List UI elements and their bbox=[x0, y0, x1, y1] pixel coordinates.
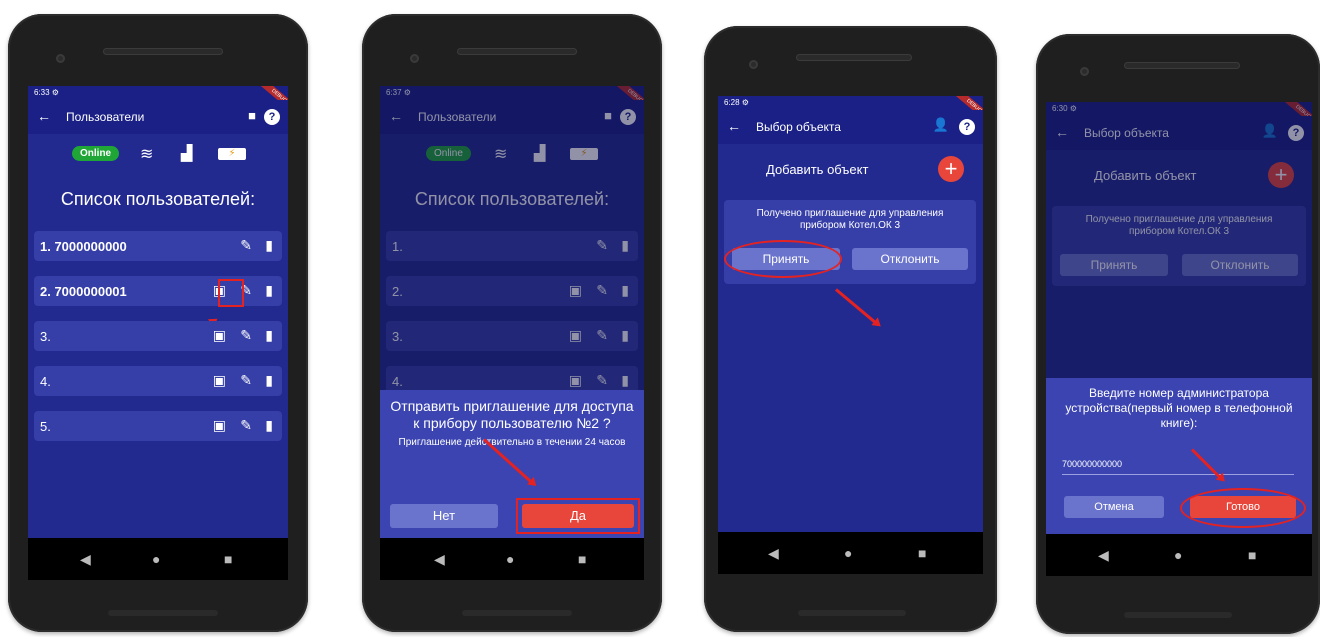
phone-input[interactable]: 700000000000 bbox=[1062, 454, 1294, 475]
nav-recents-icon[interactable]: ■ bbox=[224, 551, 232, 567]
phone-1: 6:33 ⚙ DEBUG ← Пользователи ■ ? Online ≋… bbox=[8, 14, 308, 632]
invite-text: Получено приглашение для управления приб… bbox=[756, 208, 944, 231]
nav-back-icon[interactable]: ◀ bbox=[768, 545, 779, 562]
delete-trash-icon[interactable]: ▮ bbox=[265, 237, 273, 254]
nav-back-icon[interactable]: ◀ bbox=[1098, 547, 1109, 564]
nav-recents-icon[interactable]: ■ bbox=[918, 545, 926, 561]
cancel-button[interactable]: Отмена bbox=[1064, 496, 1164, 518]
highlight-box bbox=[516, 498, 640, 534]
list-title: Список пользователей: bbox=[60, 189, 256, 209]
edit-pencil-icon[interactable]: ✎ bbox=[240, 417, 252, 434]
app-title: Выбор объекта bbox=[756, 120, 841, 134]
highlight-box bbox=[218, 279, 244, 307]
pointer-arrow bbox=[835, 288, 879, 326]
front-camera bbox=[1080, 67, 1089, 76]
delete-trash-icon[interactable]: ▮ bbox=[265, 327, 273, 344]
front-camera bbox=[749, 60, 758, 69]
user-number: 1. 7000000000 bbox=[40, 239, 127, 254]
nav-home-icon[interactable]: ● bbox=[844, 545, 852, 561]
nav-back-icon[interactable]: ◀ bbox=[80, 551, 91, 568]
dialog-message: Отправить приглашение для доступа к приб… bbox=[390, 398, 634, 431]
no-button[interactable]: Нет bbox=[390, 504, 498, 528]
phone-3: 6:28 ⚙ DEBUG ← Выбор объекта 👤 ? Добавит… bbox=[704, 26, 997, 632]
highlight-oval bbox=[1180, 488, 1306, 528]
edit-pencil-icon[interactable]: ✎ bbox=[240, 237, 252, 254]
user-number: 4. bbox=[40, 374, 51, 389]
user-row-3[interactable]: 3. ▣ ✎ ▮ bbox=[34, 321, 282, 351]
dialog-subtext: Приглашение действительно в течении 24 ч… bbox=[398, 437, 626, 448]
nav-recents-icon[interactable]: ■ bbox=[578, 551, 586, 567]
user-row-2[interactable]: 2. 7000000001 ▣ ✎ ▮ bbox=[34, 276, 282, 306]
battery-charging-icon: ⚡ bbox=[218, 148, 246, 160]
online-badge: Online bbox=[72, 146, 120, 161]
delete-trash-icon[interactable]: ▮ bbox=[265, 417, 273, 434]
user-row-1[interactable]: 1. 7000000000 ✎ ▮ bbox=[34, 231, 282, 261]
front-camera bbox=[56, 54, 65, 63]
status-bar: 6:28 ⚙ bbox=[718, 96, 983, 110]
send-invite-phone-icon[interactable]: ▣ bbox=[213, 372, 226, 389]
back-arrow-icon[interactable]: ← bbox=[727, 118, 741, 134]
account-icon[interactable]: 👤 bbox=[933, 117, 949, 133]
status-time: 6:33 bbox=[34, 88, 50, 97]
bottom-speaker bbox=[798, 610, 906, 616]
app-bar: ← Пользователи ■ ? bbox=[28, 100, 288, 134]
bottom-speaker bbox=[108, 610, 218, 616]
speaker-grille bbox=[796, 54, 912, 61]
android-nav-bar: ◀ ● ■ bbox=[1046, 534, 1312, 576]
screen-1: 6:33 ⚙ DEBUG ← Пользователи ■ ? Online ≋… bbox=[28, 86, 288, 580]
cellular-signal-icon: ▟ bbox=[181, 145, 193, 162]
decline-button[interactable]: Отклонить bbox=[852, 248, 968, 270]
delete-trash-icon[interactable]: ▮ bbox=[265, 372, 273, 389]
save-icon[interactable]: ■ bbox=[248, 108, 256, 123]
status-icons-row: Online ≋ ▟ ⚡ bbox=[28, 144, 288, 168]
add-object-label: Добавить объект bbox=[766, 162, 869, 177]
front-camera bbox=[410, 54, 419, 63]
nav-home-icon[interactable]: ● bbox=[152, 551, 160, 567]
edit-pencil-icon[interactable]: ✎ bbox=[240, 372, 252, 389]
user-number: 3. bbox=[40, 329, 51, 344]
speaker-grille bbox=[1124, 62, 1240, 69]
app-bar: ← Выбор объекта 👤 ? bbox=[718, 110, 983, 144]
screen-3: 6:28 ⚙ DEBUG ← Выбор объекта 👤 ? Добавит… bbox=[718, 96, 983, 574]
send-invite-phone-icon[interactable]: ▣ bbox=[213, 417, 226, 434]
app-title: Пользователи bbox=[66, 110, 145, 124]
android-nav-bar: ◀ ● ■ bbox=[28, 538, 288, 580]
status-time: 6:28 bbox=[724, 98, 740, 107]
status-bar: 6:33 ⚙ bbox=[28, 86, 288, 100]
nav-recents-icon[interactable]: ■ bbox=[1248, 547, 1256, 563]
user-number: 5. bbox=[40, 419, 51, 434]
user-row-5[interactable]: 5. ▣ ✎ ▮ bbox=[34, 411, 282, 441]
modal-dim-overlay bbox=[1046, 102, 1312, 378]
android-nav-bar: ◀ ● ■ bbox=[718, 532, 983, 574]
help-icon[interactable]: ? bbox=[264, 109, 280, 125]
help-icon[interactable]: ? bbox=[959, 119, 975, 135]
phone-4: 6:30 ⚙ DEBUG ← Выбор объекта 👤 ? Добавит… bbox=[1036, 34, 1320, 634]
admin-number-dialog: Введите номер администратора устройства(… bbox=[1046, 378, 1312, 534]
user-number: 2. 7000000001 bbox=[40, 284, 127, 299]
phone-2: 6:37 ⚙ DEBUG ← Пользователи ■ ? Online ≋… bbox=[362, 14, 662, 632]
highlight-oval bbox=[724, 240, 842, 278]
back-arrow-icon[interactable]: ← bbox=[37, 108, 51, 124]
nav-back-icon[interactable]: ◀ bbox=[434, 551, 445, 568]
screen-4: 6:30 ⚙ DEBUG ← Выбор объекта 👤 ? Добавит… bbox=[1046, 102, 1312, 576]
send-invite-phone-icon[interactable]: ▣ bbox=[213, 327, 226, 344]
screen-2: 6:37 ⚙ DEBUG ← Пользователи ■ ? Online ≋… bbox=[380, 86, 644, 580]
nav-home-icon[interactable]: ● bbox=[506, 551, 514, 567]
wifi-icon: ≋ bbox=[140, 146, 154, 163]
edit-pencil-icon[interactable]: ✎ bbox=[240, 327, 252, 344]
add-object-button[interactable]: + bbox=[938, 156, 964, 182]
bottom-speaker bbox=[1124, 612, 1232, 618]
speaker-grille bbox=[457, 48, 577, 55]
android-nav-bar: ◀ ● ■ bbox=[380, 538, 644, 580]
speaker-grille bbox=[103, 48, 223, 55]
user-row-4[interactable]: 4. ▣ ✎ ▮ bbox=[34, 366, 282, 396]
delete-trash-icon[interactable]: ▮ bbox=[265, 282, 273, 299]
nav-home-icon[interactable]: ● bbox=[1174, 547, 1182, 563]
bottom-speaker bbox=[462, 610, 572, 616]
modal-dim-overlay bbox=[380, 86, 644, 390]
dialog-message: Введите номер администратора устройства(… bbox=[1065, 386, 1293, 430]
